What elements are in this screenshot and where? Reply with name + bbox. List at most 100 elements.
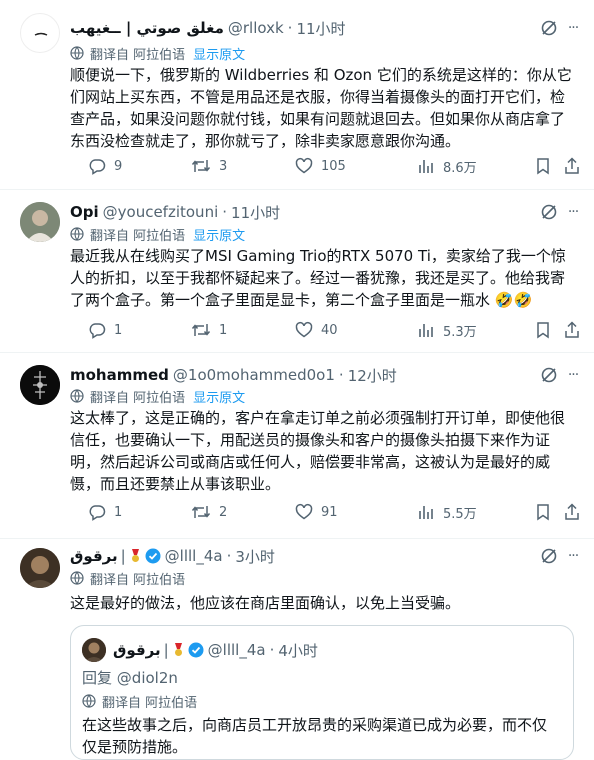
translated-label: 翻译自 阿拉伯语 [90,228,186,244]
separator-dot: · [338,366,344,384]
bookmark-button[interactable] [535,319,551,341]
tweet-text: 这是最好的做法，他应该在商店里面确认，以免上当受骗。 [70,594,461,612]
heart-icon [295,322,313,338]
reply-icon [89,159,106,175]
medal-icon [131,549,140,563]
show-original-link[interactable]: 显示原文 [193,44,245,63]
retweet-count: 2 [219,504,228,520]
bookmark-icon [537,504,549,521]
views-icon [419,160,433,173]
timestamp[interactable]: 11小时 [296,18,345,39]
translated-label: 翻译自 阿拉伯语 [90,572,186,588]
view-count: 5.3万 [443,324,477,340]
reply-to-line: 回复 @diol2n [82,667,178,688]
show-original-link[interactable]: 显示原文 [193,225,245,244]
tweet-actions: 1 2 91 5.5万 [70,501,579,523]
more-options-icon[interactable]: ··· [564,366,582,384]
user-handle[interactable]: @rlloxk [228,19,284,37]
share-icon [565,503,579,520]
avatar[interactable] [20,13,60,53]
views-button[interactable]: 8.6万 [417,155,477,177]
heart-icon [295,504,313,520]
display-name[interactable]: مغلق صوتي | ــغيهب [70,19,224,37]
translate-icon [70,389,84,403]
reply-to-handle[interactable]: @diol2n [117,669,178,687]
reply-count: 1 [114,504,123,520]
translation-notice: 翻译自 阿拉伯语 显示原文 [70,225,245,244]
reply-to-prefix: 回复 [82,669,113,687]
quote-user-handle[interactable]: @llll_4a [208,641,266,659]
views-icon [419,324,433,337]
like-count: 91 [321,504,338,520]
bookmark-icon [537,322,549,339]
tweet-actions: 1 1 40 5.3万 [70,319,579,341]
user-handle[interactable]: @llll_4a [165,547,223,565]
tweet-header: مغلق صوتي | ــغيهب @rlloxk · 11小时 [70,17,346,39]
retweet-button[interactable]: 2 [191,501,227,523]
bookmark-button[interactable] [535,155,551,177]
grok-icon[interactable] [540,19,558,37]
timestamp[interactable]: 11小时 [231,202,280,223]
user-handle[interactable]: @1o0mohammed0o1 [173,366,335,384]
retweet-button[interactable]: 3 [191,155,227,177]
separator-bar: | [120,547,126,565]
tweet-actions: 9 3 105 8.6万 [70,155,579,177]
views-button[interactable]: 5.3万 [417,319,477,341]
translate-icon [82,694,96,708]
separator-dot: · [269,641,275,659]
views-icon [419,506,433,519]
retweet-icon [191,160,211,172]
grok-icon[interactable] [540,203,558,221]
retweet-button[interactable]: 1 [191,319,227,341]
quote-timestamp[interactable]: 4小时 [278,640,318,661]
grok-icon[interactable] [540,547,558,565]
share-button[interactable] [564,155,580,177]
separator-dot: · [287,19,293,37]
share-icon [565,157,579,174]
more-options-icon[interactable]: ··· [564,19,582,37]
reply-icon [89,505,106,521]
avatar[interactable] [20,365,60,405]
translated-label: 翻译自 阿拉伯语 [90,47,186,63]
tweet-header: Opi @youcefzitouni · 11小时 [70,201,280,223]
translate-icon [70,46,84,60]
grok-icon[interactable] [540,366,558,384]
display-name[interactable]: Opi [70,203,99,221]
quote-avatar[interactable] [82,638,106,662]
quoted-tweet[interactable]: برقوق | @llll_4a · 4小时 回复 @diol2n 翻译自 阿拉… [70,625,574,760]
user-handle[interactable]: @youcefzitouni [103,203,219,221]
timestamp[interactable]: 12小时 [348,365,397,386]
like-count: 40 [321,322,338,338]
reply-button[interactable]: 9 [88,155,122,177]
share-button[interactable] [564,501,580,523]
show-original-link[interactable]: 显示原文 [193,387,245,406]
views-button[interactable]: 5.5万 [417,501,477,523]
like-button[interactable]: 40 [295,319,338,341]
tweet[interactable]: Opi @youcefzitouni · 11小时 ··· 翻译自 阿拉伯语 显… [0,190,594,353]
reply-count: 1 [114,322,123,338]
more-options-icon[interactable]: ··· [564,547,582,565]
reply-button[interactable]: 1 [88,501,122,523]
tweet-header: mohammed @1o0mohammed0o1 · 12小时 [70,364,397,386]
quote-display-name[interactable]: برقوق [113,641,161,659]
avatar[interactable] [20,548,60,588]
bookmark-button[interactable] [535,501,551,523]
tweet[interactable]: mohammed @1o0mohammed0o1 · 12小时 ··· 翻译自 … [0,353,594,539]
tweet-text: 最近我从在线购买了MSI Gaming Trio的RTX 5070 Ti，卖家给… [70,247,566,309]
quote-translated-label: 翻译自 阿拉伯语 [102,695,198,711]
share-button[interactable] [564,319,580,341]
retweet-icon [191,324,211,336]
medal-icon [174,643,183,657]
display-name[interactable]: mohammed [70,366,169,384]
display-name[interactable]: برقوق [70,547,118,565]
tweet-header: برقوق | @llll_4a · 3小时 [70,545,275,567]
translation-notice: 翻译自 阿拉伯语 显示原文 [70,387,245,406]
avatar[interactable] [20,202,60,242]
timestamp[interactable]: 3小时 [235,546,275,567]
more-options-icon[interactable]: ··· [564,203,582,221]
reply-button[interactable]: 1 [88,319,122,341]
like-button[interactable]: 105 [295,155,346,177]
tweet[interactable]: مغلق صوتي | ــغيهب @rlloxk · 11小时 ··· 翻译… [0,0,594,190]
like-count: 105 [321,158,346,174]
like-button[interactable]: 91 [295,501,338,523]
